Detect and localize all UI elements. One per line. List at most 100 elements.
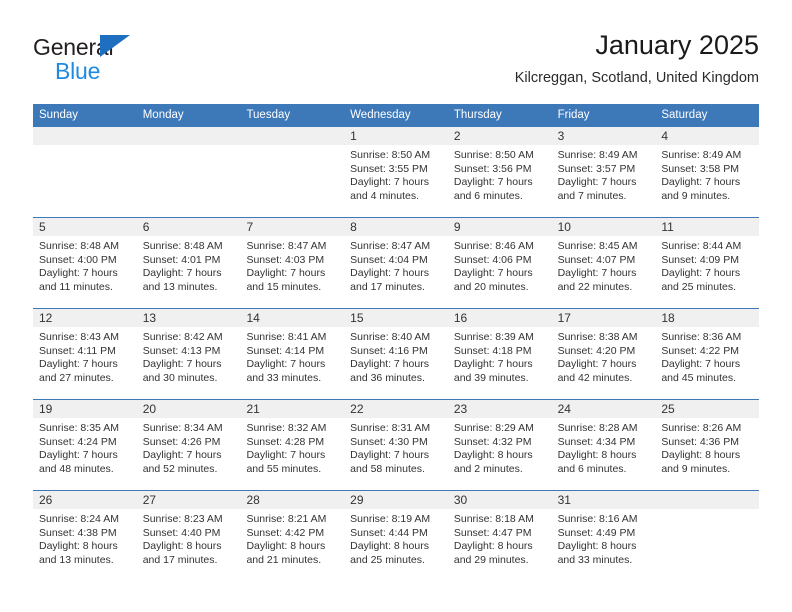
day-cell[interactable]: Sunrise: 8:18 AM Sunset: 4:47 PM Dayligh… bbox=[448, 509, 552, 581]
day-number[interactable]: 19 bbox=[33, 400, 137, 418]
day-cell[interactable]: Sunrise: 8:36 AM Sunset: 4:22 PM Dayligh… bbox=[655, 327, 759, 399]
day-number[interactable]: 6 bbox=[137, 218, 241, 236]
daylight-text-line1: Daylight: 7 hours bbox=[142, 358, 222, 371]
daylight-text-line2: and 6 minutes. bbox=[453, 189, 523, 202]
sunset-text: Sunset: 4:09 PM bbox=[661, 253, 739, 266]
day-cell[interactable]: Sunrise: 8:31 AM Sunset: 4:30 PM Dayligh… bbox=[344, 418, 448, 490]
day-cell[interactable]: Sunrise: 8:16 AM Sunset: 4:49 PM Dayligh… bbox=[552, 509, 656, 581]
day-number[interactable]: 27 bbox=[137, 491, 241, 509]
sunset-text: Sunset: 4:18 PM bbox=[453, 344, 532, 357]
day-cell[interactable] bbox=[655, 509, 759, 581]
day-number[interactable] bbox=[137, 127, 241, 145]
day-cell[interactable] bbox=[33, 145, 137, 217]
day-number[interactable]: 20 bbox=[137, 400, 241, 418]
daylight-text-line2: and 7 minutes. bbox=[557, 189, 627, 202]
generalblue-logo[interactable]: General Blue bbox=[33, 34, 233, 90]
day-number[interactable]: 2 bbox=[448, 127, 552, 145]
sunrise-text: Sunrise: 8:26 AM bbox=[661, 422, 742, 434]
daylight-text-line2: and 36 minutes. bbox=[350, 371, 425, 384]
day-cell[interactable]: Sunrise: 8:26 AM Sunset: 4:36 PM Dayligh… bbox=[655, 418, 759, 490]
daylight-text-line1: Daylight: 7 hours bbox=[39, 449, 118, 462]
day-cell[interactable]: Sunrise: 8:50 AM Sunset: 3:55 PM Dayligh… bbox=[344, 145, 448, 217]
day-number[interactable]: 11 bbox=[655, 218, 759, 236]
week-number-band: 26 27 28 29 30 31 bbox=[33, 491, 759, 509]
day-number[interactable]: 7 bbox=[240, 218, 344, 236]
daylight-text-line2: and 42 minutes. bbox=[557, 371, 633, 384]
day-cell[interactable]: Sunrise: 8:46 AM Sunset: 4:06 PM Dayligh… bbox=[448, 236, 552, 308]
day-cell[interactable]: Sunrise: 8:44 AM Sunset: 4:09 PM Dayligh… bbox=[655, 236, 759, 308]
day-number[interactable] bbox=[655, 491, 759, 509]
daylight-text-line1: Daylight: 7 hours bbox=[142, 449, 222, 462]
day-number[interactable]: 22 bbox=[344, 400, 448, 418]
day-cell[interactable]: Sunrise: 8:45 AM Sunset: 4:07 PM Dayligh… bbox=[552, 236, 656, 308]
day-number[interactable]: 13 bbox=[137, 309, 241, 327]
sunset-text: Sunset: 4:26 PM bbox=[142, 435, 221, 448]
day-cell[interactable]: Sunrise: 8:48 AM Sunset: 4:00 PM Dayligh… bbox=[33, 236, 137, 308]
day-number[interactable] bbox=[33, 127, 137, 145]
day-number[interactable]: 10 bbox=[552, 218, 656, 236]
sunset-text: Sunset: 4:13 PM bbox=[142, 344, 221, 357]
sunset-text: Sunset: 3:57 PM bbox=[557, 162, 636, 175]
day-cell[interactable]: Sunrise: 8:43 AM Sunset: 4:11 PM Dayligh… bbox=[33, 327, 137, 399]
day-cell[interactable]: Sunrise: 8:50 AM Sunset: 3:56 PM Dayligh… bbox=[448, 145, 552, 217]
daylight-text-line1: Daylight: 7 hours bbox=[142, 267, 222, 280]
day-number[interactable]: 16 bbox=[448, 309, 552, 327]
day-cell[interactable]: Sunrise: 8:47 AM Sunset: 4:03 PM Dayligh… bbox=[240, 236, 344, 308]
day-number[interactable]: 17 bbox=[552, 309, 656, 327]
sunrise-text: Sunrise: 8:41 AM bbox=[246, 331, 327, 343]
sunset-text: Sunset: 4:28 PM bbox=[246, 435, 325, 448]
day-number[interactable]: 28 bbox=[240, 491, 344, 509]
day-number[interactable]: 31 bbox=[552, 491, 656, 509]
day-number[interactable]: 25 bbox=[655, 400, 759, 418]
daylight-text-line2: and 20 minutes. bbox=[453, 280, 529, 293]
day-number[interactable]: 12 bbox=[33, 309, 137, 327]
day-number[interactable]: 8 bbox=[344, 218, 448, 236]
day-cell[interactable]: Sunrise: 8:40 AM Sunset: 4:16 PM Dayligh… bbox=[344, 327, 448, 399]
daylight-text-line1: Daylight: 8 hours bbox=[350, 540, 429, 553]
day-number[interactable]: 4 bbox=[655, 127, 759, 145]
day-number[interactable]: 9 bbox=[448, 218, 552, 236]
day-number[interactable]: 3 bbox=[552, 127, 656, 145]
page-subtitle: Kilcreggan, Scotland, United Kingdom bbox=[514, 70, 759, 86]
day-cell[interactable]: Sunrise: 8:32 AM Sunset: 4:28 PM Dayligh… bbox=[240, 418, 344, 490]
weekday-header-saturday: Saturday bbox=[661, 109, 708, 121]
sunset-text: Sunset: 4:11 PM bbox=[39, 344, 116, 357]
day-cell[interactable]: Sunrise: 8:41 AM Sunset: 4:14 PM Dayligh… bbox=[240, 327, 344, 399]
day-cell[interactable]: Sunrise: 8:28 AM Sunset: 4:34 PM Dayligh… bbox=[552, 418, 656, 490]
day-cell[interactable]: Sunrise: 8:21 AM Sunset: 4:42 PM Dayligh… bbox=[240, 509, 344, 581]
day-cell[interactable] bbox=[137, 145, 241, 217]
day-cell[interactable]: Sunrise: 8:38 AM Sunset: 4:20 PM Dayligh… bbox=[552, 327, 656, 399]
day-number[interactable]: 23 bbox=[448, 400, 552, 418]
day-cell[interactable]: Sunrise: 8:34 AM Sunset: 4:26 PM Dayligh… bbox=[137, 418, 241, 490]
day-cell[interactable]: Sunrise: 8:49 AM Sunset: 3:57 PM Dayligh… bbox=[552, 145, 656, 217]
daylight-text-line2: and 33 minutes. bbox=[557, 553, 633, 566]
day-cell[interactable] bbox=[240, 145, 344, 217]
daylight-text-line1: Daylight: 7 hours bbox=[453, 267, 533, 280]
weekday-header-tuesday: Tuesday bbox=[246, 109, 291, 121]
day-number[interactable] bbox=[240, 127, 344, 145]
daylight-text-line2: and 52 minutes. bbox=[142, 462, 218, 475]
day-number[interactable]: 18 bbox=[655, 309, 759, 327]
sunrise-text: Sunrise: 8:45 AM bbox=[557, 240, 638, 252]
day-cell[interactable]: Sunrise: 8:39 AM Sunset: 4:18 PM Dayligh… bbox=[448, 327, 552, 399]
day-number[interactable]: 5 bbox=[33, 218, 137, 236]
day-number[interactable]: 21 bbox=[240, 400, 344, 418]
day-number[interactable]: 24 bbox=[552, 400, 656, 418]
day-cell[interactable]: Sunrise: 8:47 AM Sunset: 4:04 PM Dayligh… bbox=[344, 236, 448, 308]
sunrise-text: Sunrise: 8:19 AM bbox=[350, 513, 431, 525]
day-cell[interactable]: Sunrise: 8:29 AM Sunset: 4:32 PM Dayligh… bbox=[448, 418, 552, 490]
day-cell[interactable]: Sunrise: 8:48 AM Sunset: 4:01 PM Dayligh… bbox=[137, 236, 241, 308]
day-cell[interactable]: Sunrise: 8:19 AM Sunset: 4:44 PM Dayligh… bbox=[344, 509, 448, 581]
day-number[interactable]: 30 bbox=[448, 491, 552, 509]
day-cell[interactable]: Sunrise: 8:49 AM Sunset: 3:58 PM Dayligh… bbox=[655, 145, 759, 217]
day-cell[interactable]: Sunrise: 8:35 AM Sunset: 4:24 PM Dayligh… bbox=[33, 418, 137, 490]
day-number[interactable]: 1 bbox=[344, 127, 448, 145]
day-number[interactable]: 26 bbox=[33, 491, 137, 509]
daylight-text-line1: Daylight: 7 hours bbox=[453, 176, 533, 189]
day-number[interactable]: 29 bbox=[344, 491, 448, 509]
day-cell[interactable]: Sunrise: 8:42 AM Sunset: 4:13 PM Dayligh… bbox=[137, 327, 241, 399]
day-cell[interactable]: Sunrise: 8:23 AM Sunset: 4:40 PM Dayligh… bbox=[137, 509, 241, 581]
day-cell[interactable]: Sunrise: 8:24 AM Sunset: 4:38 PM Dayligh… bbox=[33, 509, 137, 581]
day-number[interactable]: 14 bbox=[240, 309, 344, 327]
day-number[interactable]: 15 bbox=[344, 309, 448, 327]
